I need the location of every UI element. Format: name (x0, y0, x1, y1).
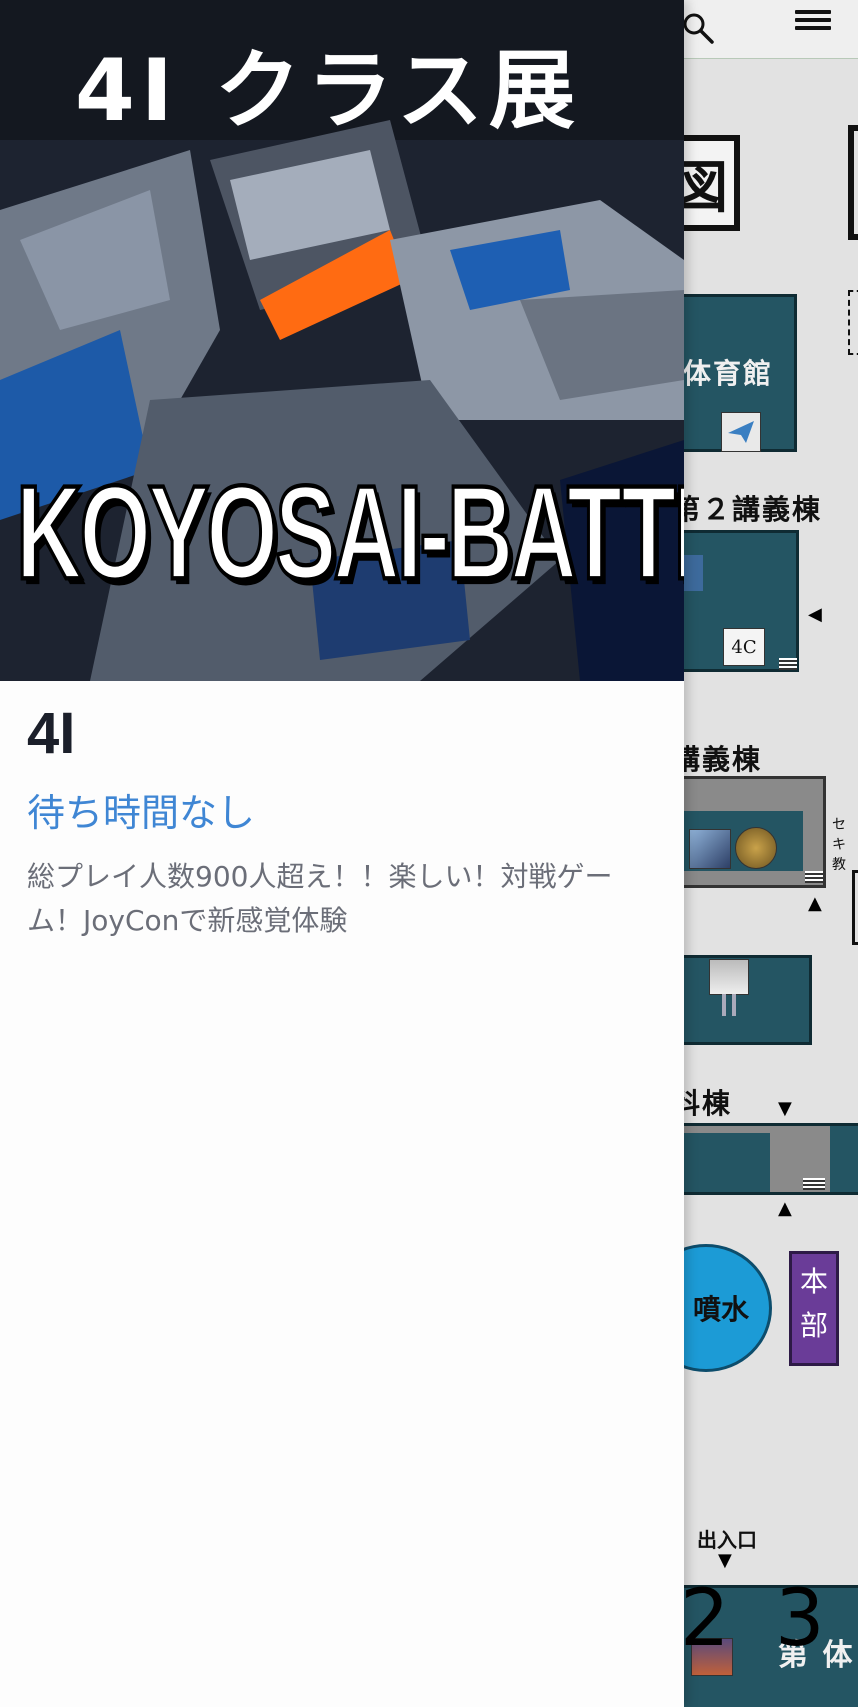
map-building-edge (848, 125, 858, 240)
search-icon[interactable] (680, 10, 716, 46)
stairs-icon (803, 1178, 825, 1190)
map-room-4c[interactable]: 4C (723, 628, 765, 666)
map-label-fountain: 噴水 (692, 1293, 749, 1326)
map-label-lecture2: 第２講義棟 (672, 493, 823, 526)
map-number-3: 3 (775, 1574, 825, 1664)
exhibit-description: 総プレイ人数900人超え！！楽しい！対戦ゲーム！JoyConで新感覚体験 (27, 860, 613, 937)
menu-icon[interactable] (795, 6, 831, 42)
stairs-icon (805, 871, 823, 883)
wait-time-status[interactable]: 待ち時間なし (27, 782, 255, 837)
stairs-icon (779, 658, 797, 670)
map-label-honbu: 本部 (800, 1265, 829, 1342)
exhibit-thumb[interactable] (735, 827, 777, 869)
arrow-down-icon: ▼ (778, 1098, 792, 1119)
map-dashed-area (848, 290, 858, 355)
exhibit-thumb[interactable] (689, 829, 731, 869)
exhibit-detail-panel: 4I クラス展 KOYOSAI-BATTLE 4I 待ち時間なし 総プレイ人数9… (0, 0, 684, 1707)
map-label-lecture: 講義棟 (672, 743, 763, 776)
arrow-up-icon: ▲ (808, 893, 822, 914)
paper-plane-icon[interactable] (721, 412, 761, 452)
map-label-gym: 体育館 (683, 357, 774, 390)
exhibit-name: 4I (27, 701, 76, 766)
arrow-down-icon: ▼ (718, 1550, 732, 1571)
map-label-entrance: 出入口 (697, 1528, 757, 1552)
map-number-2: 2 (680, 1574, 730, 1664)
hero-title-jp: 4I クラス展 (75, 41, 582, 141)
exhibit-thumb[interactable] (709, 959, 749, 995)
exhibit-hero-image[interactable]: 4I クラス展 KOYOSAI-BATTLE (0, 0, 684, 681)
arrow-left-icon: ◀ (808, 604, 822, 625)
map-building-edge (852, 870, 858, 945)
map-honbu[interactable]: 本部 (789, 1251, 839, 1366)
arrow-up-icon: ▲ (778, 1198, 792, 1219)
map-sub-label: セキ 教 (832, 817, 846, 873)
hero-title-en: KOYOSAI-BATTLE (15, 457, 684, 609)
